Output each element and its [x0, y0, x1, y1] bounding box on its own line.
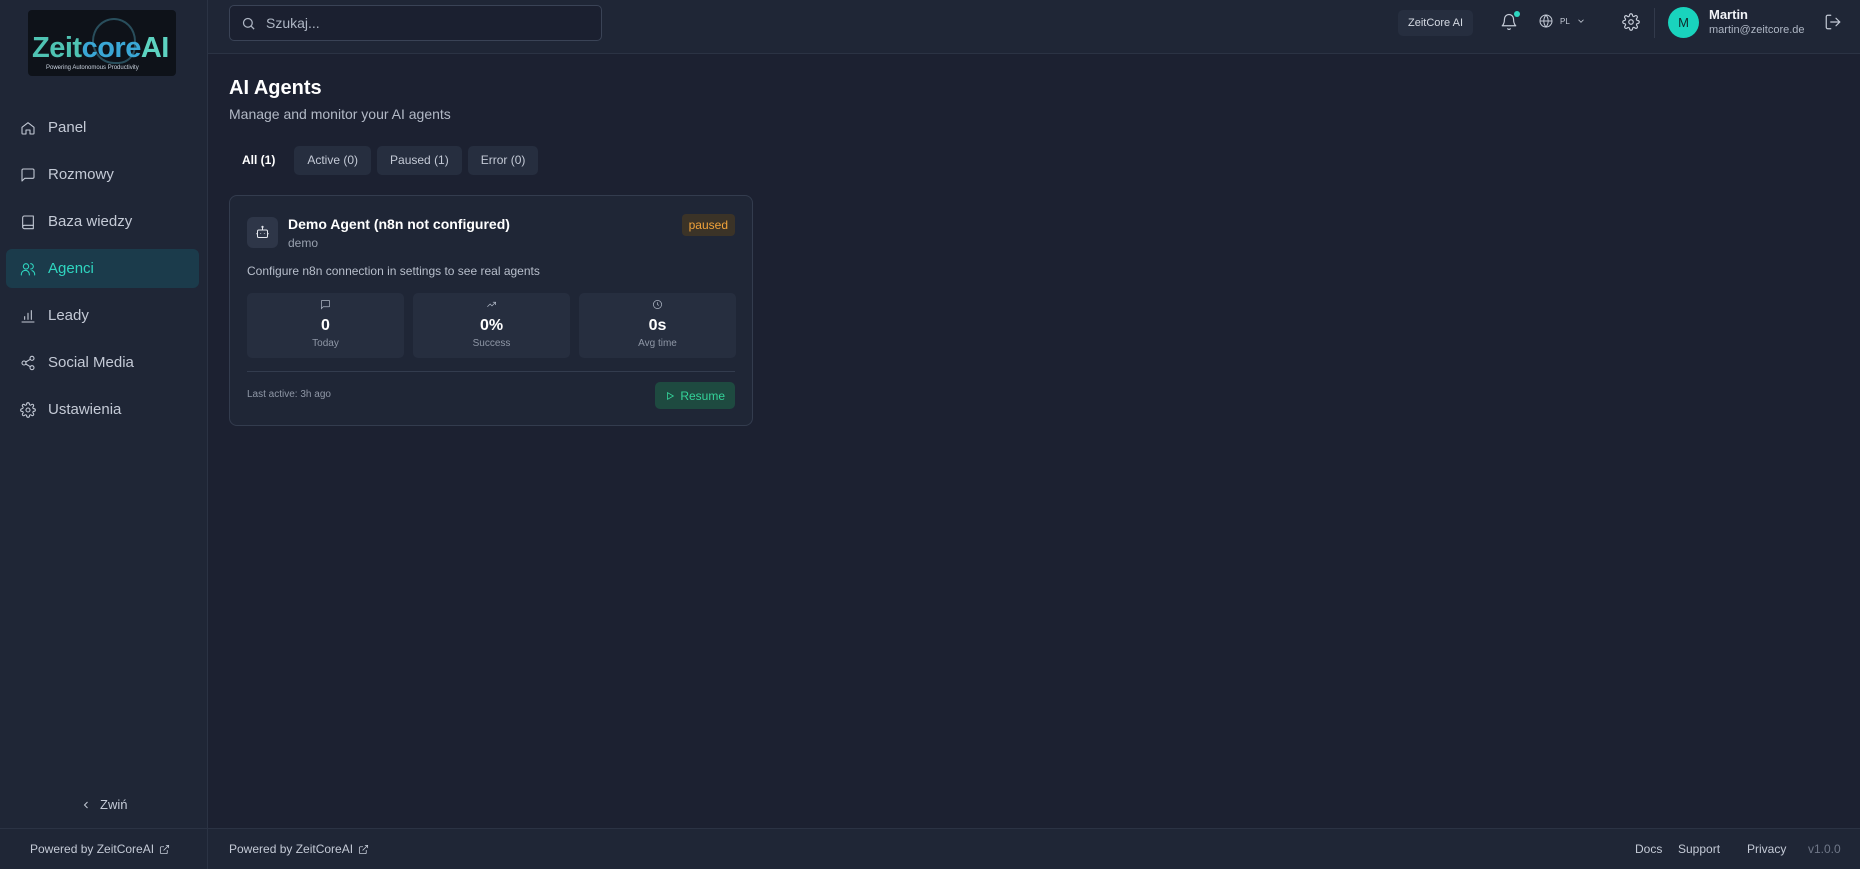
powered-label: Powered by ZeitCoreAI: [30, 842, 155, 856]
privacy-link[interactable]: Privacy: [1747, 842, 1786, 856]
share-icon: [21, 355, 35, 370]
powered-by-link[interactable]: Powered by ZeitCoreAI: [229, 842, 369, 856]
sidebar-item-label: Panel: [48, 119, 87, 136]
play-icon: [667, 391, 675, 400]
sidebar-item-panel[interactable]: Panel: [6, 108, 199, 147]
status-badge: paused: [681, 214, 735, 236]
gear-icon: [20, 401, 36, 418]
book-icon: [22, 214, 34, 229]
user-name: Martin: [1709, 7, 1748, 22]
stat-value: 0: [321, 317, 330, 334]
stat-label: Today: [312, 338, 339, 349]
sidebar: ZeitcoreAI Powering Autonomous Productiv…: [0, 0, 208, 828]
tab-all[interactable]: All (1): [229, 146, 288, 175]
search-icon: [242, 17, 255, 30]
user-email: martin@zeitcore.de: [1709, 24, 1805, 36]
last-active-text: Last active: 3h ago: [247, 389, 331, 400]
notifications-button[interactable]: [1500, 11, 1520, 31]
top-header: ZeitCore AI PL M Martin martin@zeitcore.…: [208, 0, 1860, 54]
footer: Powered by ZeitCoreAI Powered by ZeitCor…: [0, 828, 1860, 869]
sidebar-item-social-media[interactable]: Social Media: [6, 343, 199, 382]
logo-tagline: Powering Autonomous Productivity: [46, 65, 139, 71]
stat-today: 0 Today: [247, 293, 404, 358]
collapse-sidebar-button[interactable]: Zwiń: [80, 797, 127, 812]
stat-avg-time: 0s Avg time: [579, 293, 736, 358]
tab-active[interactable]: Active (0): [294, 146, 372, 175]
stat-success: 0% Success: [413, 293, 570, 358]
logout-button[interactable]: [1824, 13, 1842, 31]
app-version: v1.0.0: [1808, 842, 1841, 856]
sidebar-item-rozmowy[interactable]: Rozmowy: [6, 155, 199, 194]
sidebar-item-baza-wiedzy[interactable]: Baza wiedzy: [6, 202, 199, 241]
collapse-label: Zwiń: [100, 797, 128, 812]
page-title: AI Agents: [229, 77, 322, 99]
sidebar-item-ustawienia[interactable]: Ustawienia: [6, 390, 199, 429]
users-icon: [20, 262, 36, 276]
trending-up-icon: [487, 301, 496, 308]
agent-name: Demo Agent (n8n not configured): [288, 216, 510, 232]
page-subtitle: Manage and monitor your AI agents: [229, 106, 451, 122]
sidebar-item-leady[interactable]: Leady: [6, 296, 199, 335]
support-link[interactable]: Support: [1678, 842, 1720, 856]
avatar: M: [1668, 7, 1699, 38]
powered-label: Powered by ZeitCoreAI: [229, 842, 354, 856]
header-divider: [1654, 8, 1655, 38]
organization-badge[interactable]: ZeitCore AI: [1398, 10, 1474, 36]
bar-chart-icon: [21, 309, 35, 323]
home-icon: [21, 121, 35, 135]
logout-icon: [1825, 14, 1841, 30]
brand-logo[interactable]: ZeitcoreAI Powering Autonomous Productiv…: [28, 10, 176, 76]
sidebar-item-agenci[interactable]: Agenci: [6, 249, 199, 288]
tab-error[interactable]: Error (0): [467, 146, 539, 175]
chevron-down-icon: [1578, 19, 1584, 23]
external-link-icon: [359, 844, 369, 854]
stat-label: Avg time: [638, 338, 677, 349]
user-menu[interactable]: M Martin martin@zeitcore.de: [1668, 7, 1805, 38]
sidebar-item-label: Baza wiedzy: [48, 213, 133, 230]
stat-label: Success: [472, 338, 511, 349]
sidebar-item-label: Agenci: [48, 260, 94, 277]
clock-icon: [653, 300, 662, 309]
sidebar-footer: Powered by ZeitCoreAI: [0, 829, 208, 869]
resume-label: Resume: [680, 388, 725, 403]
language-code: PL: [1560, 16, 1570, 26]
resume-button[interactable]: Resume: [655, 382, 735, 409]
bot-icon: [247, 217, 278, 248]
gear-icon: [1622, 13, 1640, 31]
stat-value: 0%: [479, 317, 504, 334]
search-input[interactable]: [266, 15, 566, 31]
user-info: Martin martin@zeitcore.de: [1709, 7, 1805, 38]
settings-button[interactable]: [1622, 13, 1640, 31]
chat-icon: [21, 167, 35, 182]
message-icon: [321, 300, 330, 310]
sidebar-nav: Panel Rozmowy Baza wiedzy Agenci Leady S…: [6, 108, 199, 437]
globe-icon: [1539, 14, 1553, 28]
sidebar-powered-by-link[interactable]: Powered by ZeitCoreAI: [30, 842, 170, 856]
language-selector[interactable]: PL: [1538, 13, 1586, 29]
agent-filter-tabs: All (1) Active (0) Paused (1) Error (0): [229, 146, 539, 175]
logo-wordmark: ZeitcoreAI: [32, 32, 169, 64]
docs-link[interactable]: Docs: [1635, 842, 1662, 856]
sidebar-item-label: Rozmowy: [48, 166, 114, 183]
sidebar-item-label: Ustawienia: [48, 401, 122, 418]
card-divider: [247, 371, 735, 372]
sidebar-item-label: Social Media: [48, 354, 134, 371]
notification-dot: [1514, 11, 1520, 17]
search-box[interactable]: [229, 5, 602, 41]
chevron-left-icon: [83, 801, 88, 808]
sidebar-item-label: Leady: [48, 307, 89, 324]
agent-card: Demo Agent (n8n not configured) demo pau…: [229, 195, 753, 426]
agent-description: Configure n8n connection in settings to …: [247, 264, 540, 278]
stat-value: 0s: [648, 317, 667, 334]
tab-paused[interactable]: Paused (1): [377, 146, 462, 175]
external-link-icon: [160, 844, 170, 854]
agent-type: demo: [288, 236, 319, 250]
